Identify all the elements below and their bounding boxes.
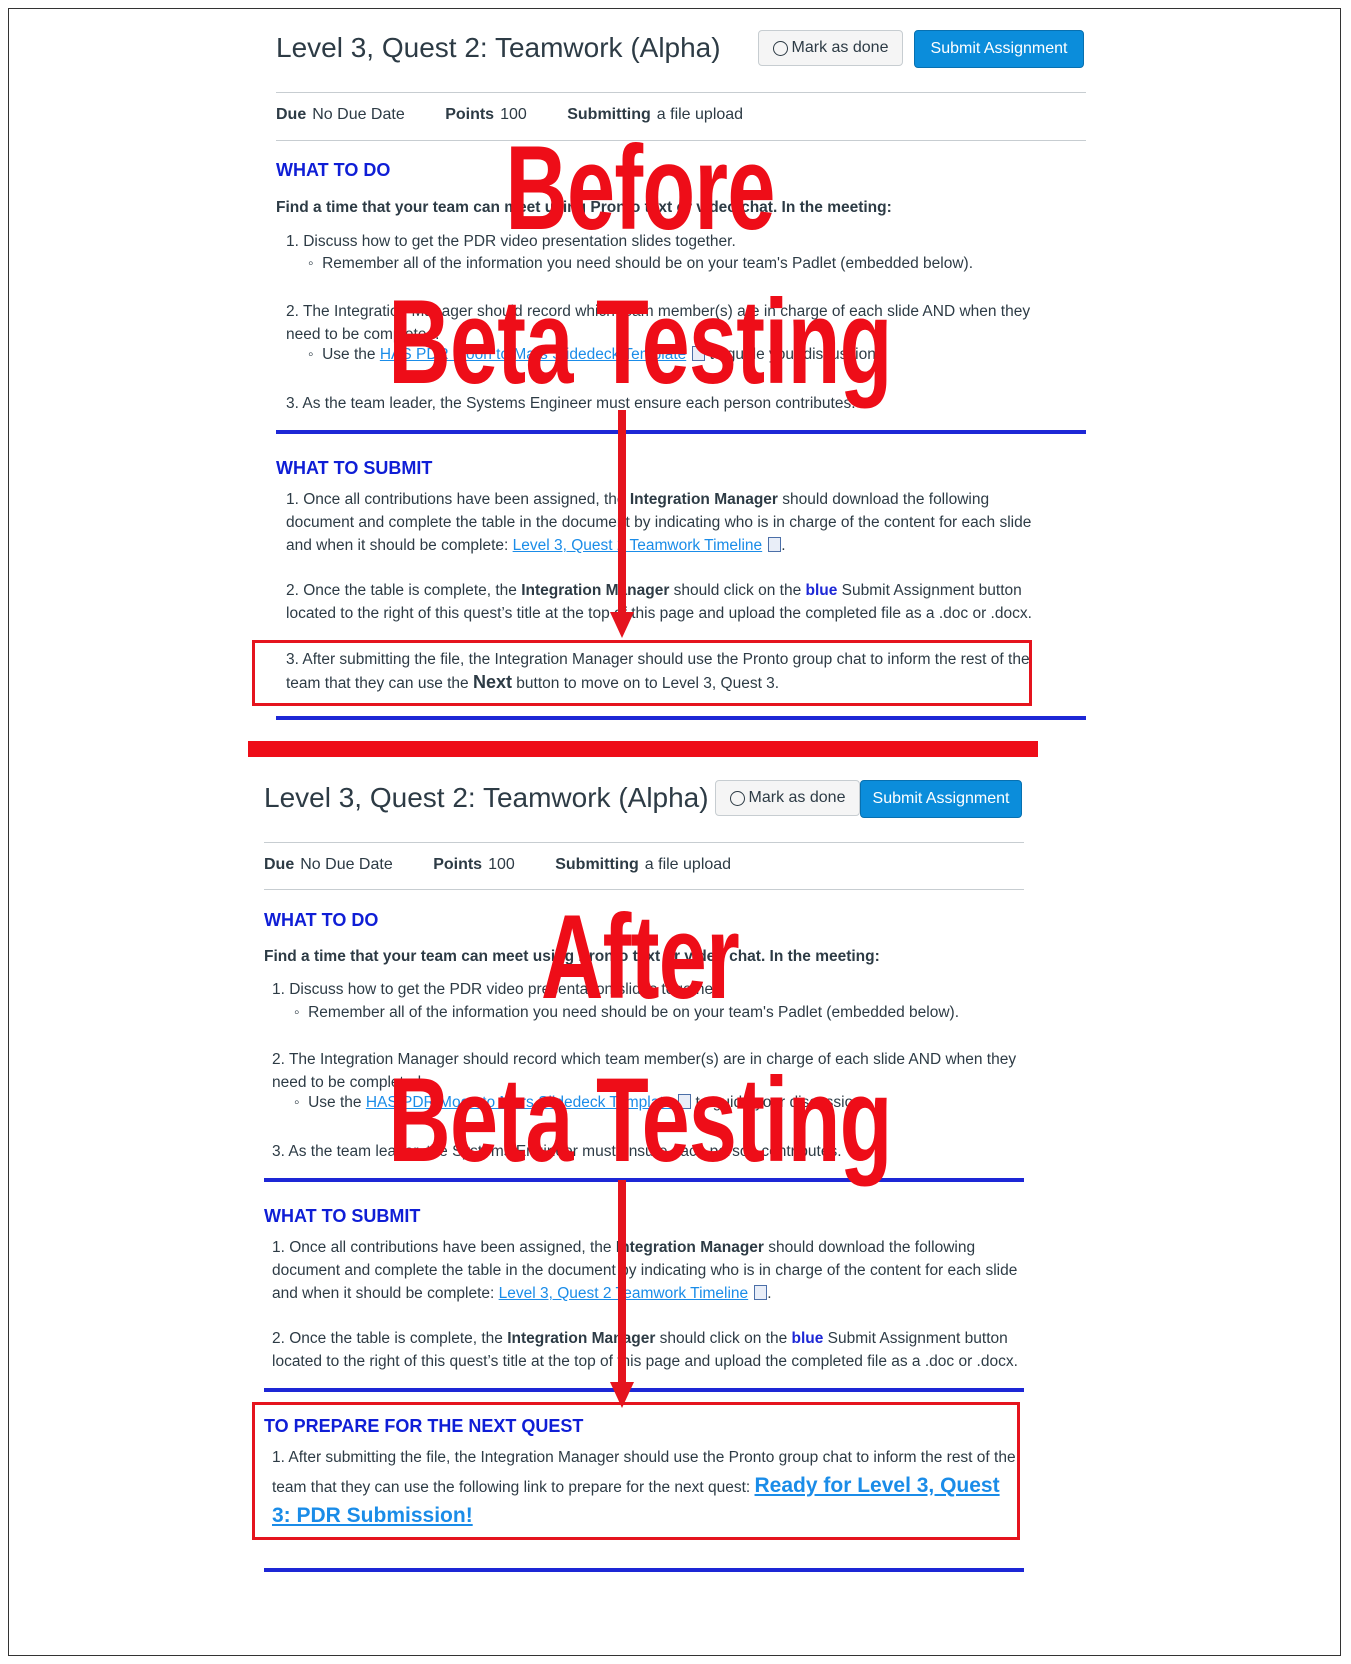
sub-list-item: ◦ Remember all of the information you ne…	[308, 255, 973, 272]
mark-as-done-button[interactable]: Mark as done	[715, 780, 860, 816]
arrow-shaft	[618, 1180, 626, 1385]
mark-as-done-button[interactable]: Mark as done	[758, 30, 903, 66]
due-value: No Due Date	[300, 856, 393, 873]
before-after-divider	[248, 741, 1038, 757]
divider	[264, 842, 1024, 843]
beta-testing-overlay-label: Beta Testing	[388, 1053, 892, 1187]
document-icon	[768, 537, 782, 552]
list-item: 2. Once the table is complete, the Integ…	[286, 582, 1032, 622]
arrow-down-icon	[610, 1382, 634, 1408]
arrow-shaft	[618, 410, 626, 615]
after-panel: Level 3, Quest 2: Teamwork (Alpha) Mark …	[264, 772, 1088, 832]
highlight-box	[252, 1402, 1020, 1540]
points-label: Points	[433, 856, 483, 873]
what-to-do-heading: WHAT TO DO	[276, 160, 391, 180]
teamwork-timeline-link[interactable]: Level 3, Quest 2 Teamwork Timeline	[513, 537, 763, 554]
submitting-value: a file upload	[644, 856, 732, 873]
due-value: No Due Date	[312, 106, 405, 123]
highlight-box	[252, 640, 1032, 706]
what-to-submit-heading: WHAT TO SUBMIT	[276, 458, 433, 478]
submit-assignment-button[interactable]: Submit Assignment	[860, 780, 1022, 818]
arrow-down-icon	[610, 612, 634, 638]
after-overlay-label: After	[540, 890, 740, 1024]
document-icon	[754, 1285, 768, 1300]
before-overlay-label: Before	[505, 121, 775, 255]
assignment-details: Due No Due Date Points 100 Submitting a fil…	[264, 856, 731, 874]
due-label: Due	[264, 856, 295, 873]
points-value: 100	[488, 856, 515, 873]
circle-icon	[729, 790, 745, 806]
submitting-label: Submitting	[555, 856, 639, 873]
due-label: Due	[276, 106, 307, 123]
section-rule	[276, 716, 1086, 720]
beta-testing-overlay-label: Beta Testing	[388, 275, 892, 409]
list-item: 1. Once all contributions have been assi…	[272, 1239, 1018, 1302]
mark-as-done-label: Mark as done	[791, 39, 889, 56]
page-title: Level 3, Quest 2: Teamwork (Alpha)	[264, 782, 709, 813]
submit-assignment-button[interactable]: Submit Assignment	[914, 30, 1084, 68]
points-label: Points	[445, 106, 495, 123]
section-rule	[264, 1388, 1024, 1392]
section-rule	[276, 430, 1086, 434]
divider	[276, 92, 1086, 93]
mark-as-done-label: Mark as done	[748, 789, 846, 806]
section-rule	[264, 1568, 1024, 1572]
what-to-submit-heading: WHAT TO SUBMIT	[264, 1206, 421, 1226]
before-panel: Level 3, Quest 2: Teamwork (Alpha) Mark …	[264, 22, 1088, 720]
what-to-do-heading: WHAT TO DO	[264, 910, 379, 930]
list-item: 2. Once the table is complete, the Integ…	[272, 1330, 1018, 1370]
page-title: Level 3, Quest 2: Teamwork (Alpha)	[276, 32, 721, 63]
list-item: 1. Once all contributions have been assi…	[286, 491, 1032, 554]
circle-icon	[772, 40, 788, 56]
